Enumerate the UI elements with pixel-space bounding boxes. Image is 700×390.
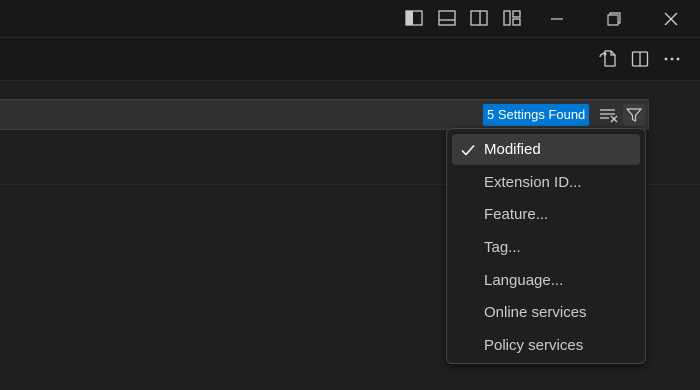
editor-actions-bar [0, 38, 700, 81]
menu-item-label: Modified [484, 141, 541, 158]
menu-item-extension-id[interactable]: Extension ID... [452, 167, 640, 198]
menu-item-modified[interactable]: Modified [452, 134, 640, 165]
toggle-secondary-sidebar-icon[interactable] [468, 7, 490, 29]
title-bar [0, 0, 700, 38]
menu-item-label: Tag... [484, 239, 521, 256]
minimize-button[interactable] [534, 0, 580, 37]
check-icon [461, 145, 475, 156]
menu-item-tag[interactable]: Tag... [452, 232, 640, 263]
filter-icon[interactable] [623, 104, 645, 126]
menu-item-feature[interactable]: Feature... [452, 199, 640, 230]
menu-item-label: Extension ID... [484, 174, 582, 191]
toggle-primary-sidebar-icon[interactable] [403, 7, 425, 29]
menu-item-language[interactable]: Language... [452, 265, 640, 296]
filter-menu: Modified Extension ID... Feature... Tag.… [446, 128, 646, 364]
menu-item-label: Language... [484, 272, 564, 289]
menu-item-policy-services[interactable]: Policy services [452, 330, 640, 361]
clear-search-icon[interactable] [598, 104, 620, 126]
menu-item-label: Feature... [484, 206, 549, 223]
open-settings-json-icon[interactable] [597, 48, 619, 70]
more-actions-icon[interactable] [661, 48, 683, 70]
settings-window: 5 Settings Found Modified Extension ID..… [0, 0, 700, 390]
menu-item-online-services[interactable]: Online services [452, 297, 640, 328]
menu-item-label: Policy services [484, 337, 584, 354]
minimize-icon [551, 17, 563, 20]
split-editor-icon[interactable] [629, 48, 651, 70]
toggle-panel-icon[interactable] [436, 7, 458, 29]
customize-layout-icon[interactable] [501, 7, 523, 29]
restore-button[interactable] [591, 0, 637, 37]
restore-icon [607, 11, 621, 26]
close-icon [664, 12, 678, 25]
menu-item-label: Online services [484, 304, 587, 321]
close-button[interactable] [648, 0, 694, 37]
settings-found-badge: 5 Settings Found [483, 104, 590, 126]
